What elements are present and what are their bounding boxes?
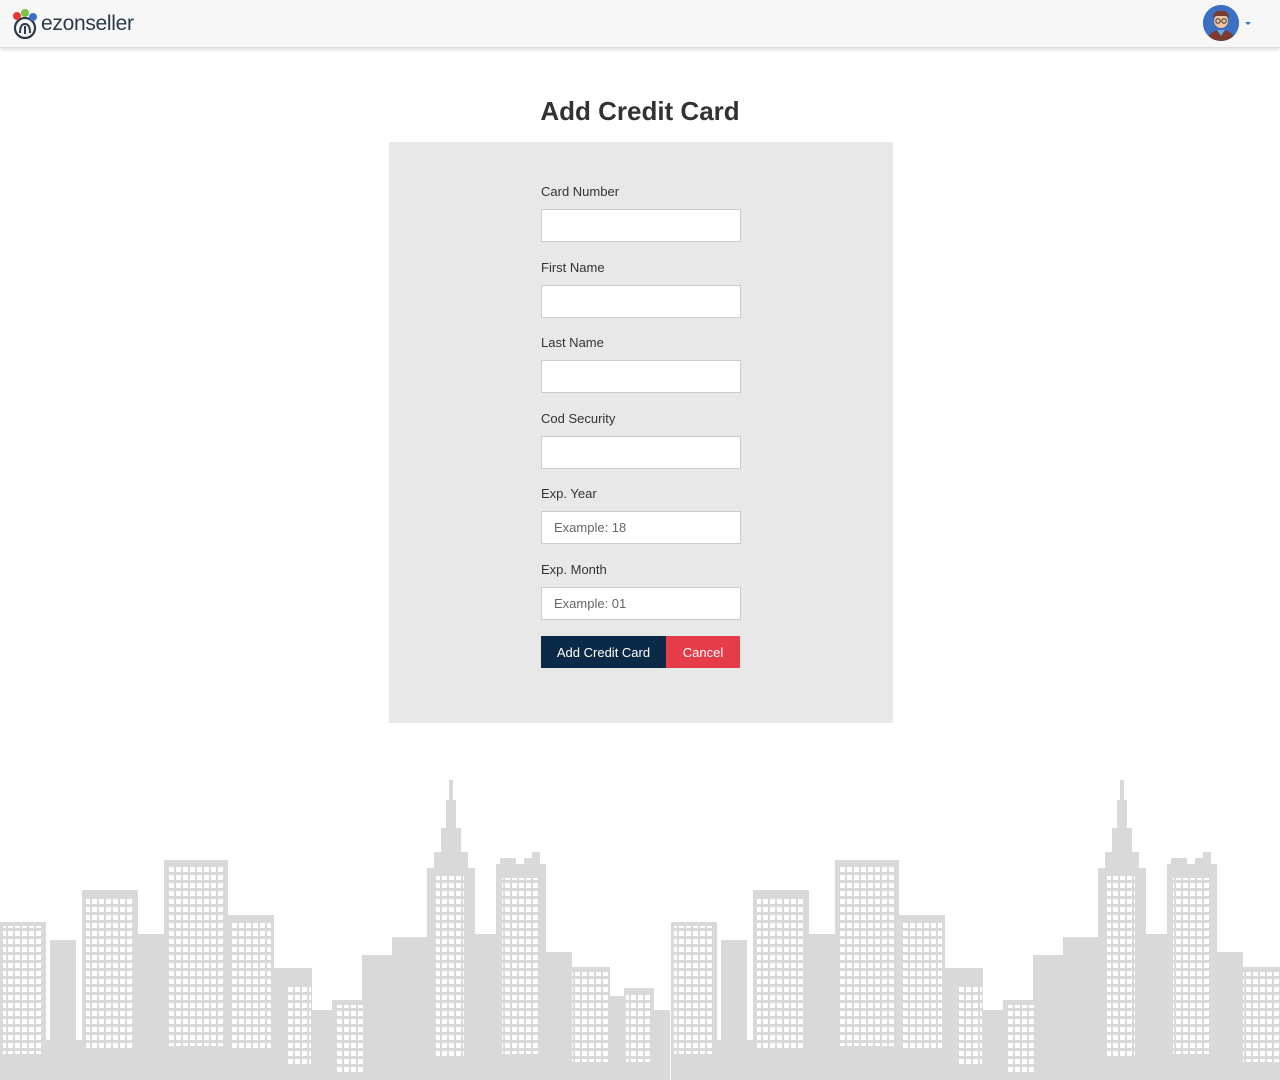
logo-icon bbox=[13, 9, 37, 39]
exp-year-label: Exp. Year bbox=[541, 486, 597, 501]
exp-year-group: Exp. Year bbox=[541, 486, 741, 544]
exp-year-input[interactable] bbox=[541, 511, 741, 544]
card-number-input[interactable] bbox=[541, 209, 741, 242]
chevron-down-icon[interactable] bbox=[1245, 22, 1251, 25]
logo[interactable]: ezonseller bbox=[12, 9, 134, 39]
exp-month-label: Exp. Month bbox=[541, 562, 607, 577]
city-skyline-illustration bbox=[0, 780, 1280, 1080]
first-name-group: First Name bbox=[541, 260, 741, 318]
security-code-label: Cod Security bbox=[541, 411, 616, 426]
page-title: Add Credit Card bbox=[540, 96, 740, 126]
avatar-icon bbox=[1203, 5, 1239, 41]
card-number-group: Card Number bbox=[541, 184, 741, 242]
card-number-label: Card Number bbox=[541, 184, 620, 199]
add-credit-card-button[interactable]: Add Credit Card bbox=[541, 636, 666, 668]
first-name-input[interactable] bbox=[541, 285, 741, 318]
exp-month-input[interactable] bbox=[541, 587, 741, 620]
top-navbar: ezonseller bbox=[0, 0, 1280, 48]
exp-month-group: Exp. Month bbox=[541, 562, 741, 620]
last-name-group: Last Name bbox=[541, 335, 741, 393]
logo-text: ezonseller bbox=[41, 12, 134, 35]
cancel-button[interactable]: Cancel bbox=[666, 636, 740, 668]
last-name-label: Last Name bbox=[541, 335, 604, 350]
security-code-group: Cod Security bbox=[541, 411, 741, 469]
first-name-label: First Name bbox=[541, 260, 605, 275]
security-code-input[interactable] bbox=[541, 436, 741, 469]
last-name-input[interactable] bbox=[541, 360, 741, 393]
user-avatar[interactable] bbox=[1203, 5, 1239, 41]
credit-card-form: Card Number First Name Last Name Cod Sec… bbox=[389, 142, 893, 723]
